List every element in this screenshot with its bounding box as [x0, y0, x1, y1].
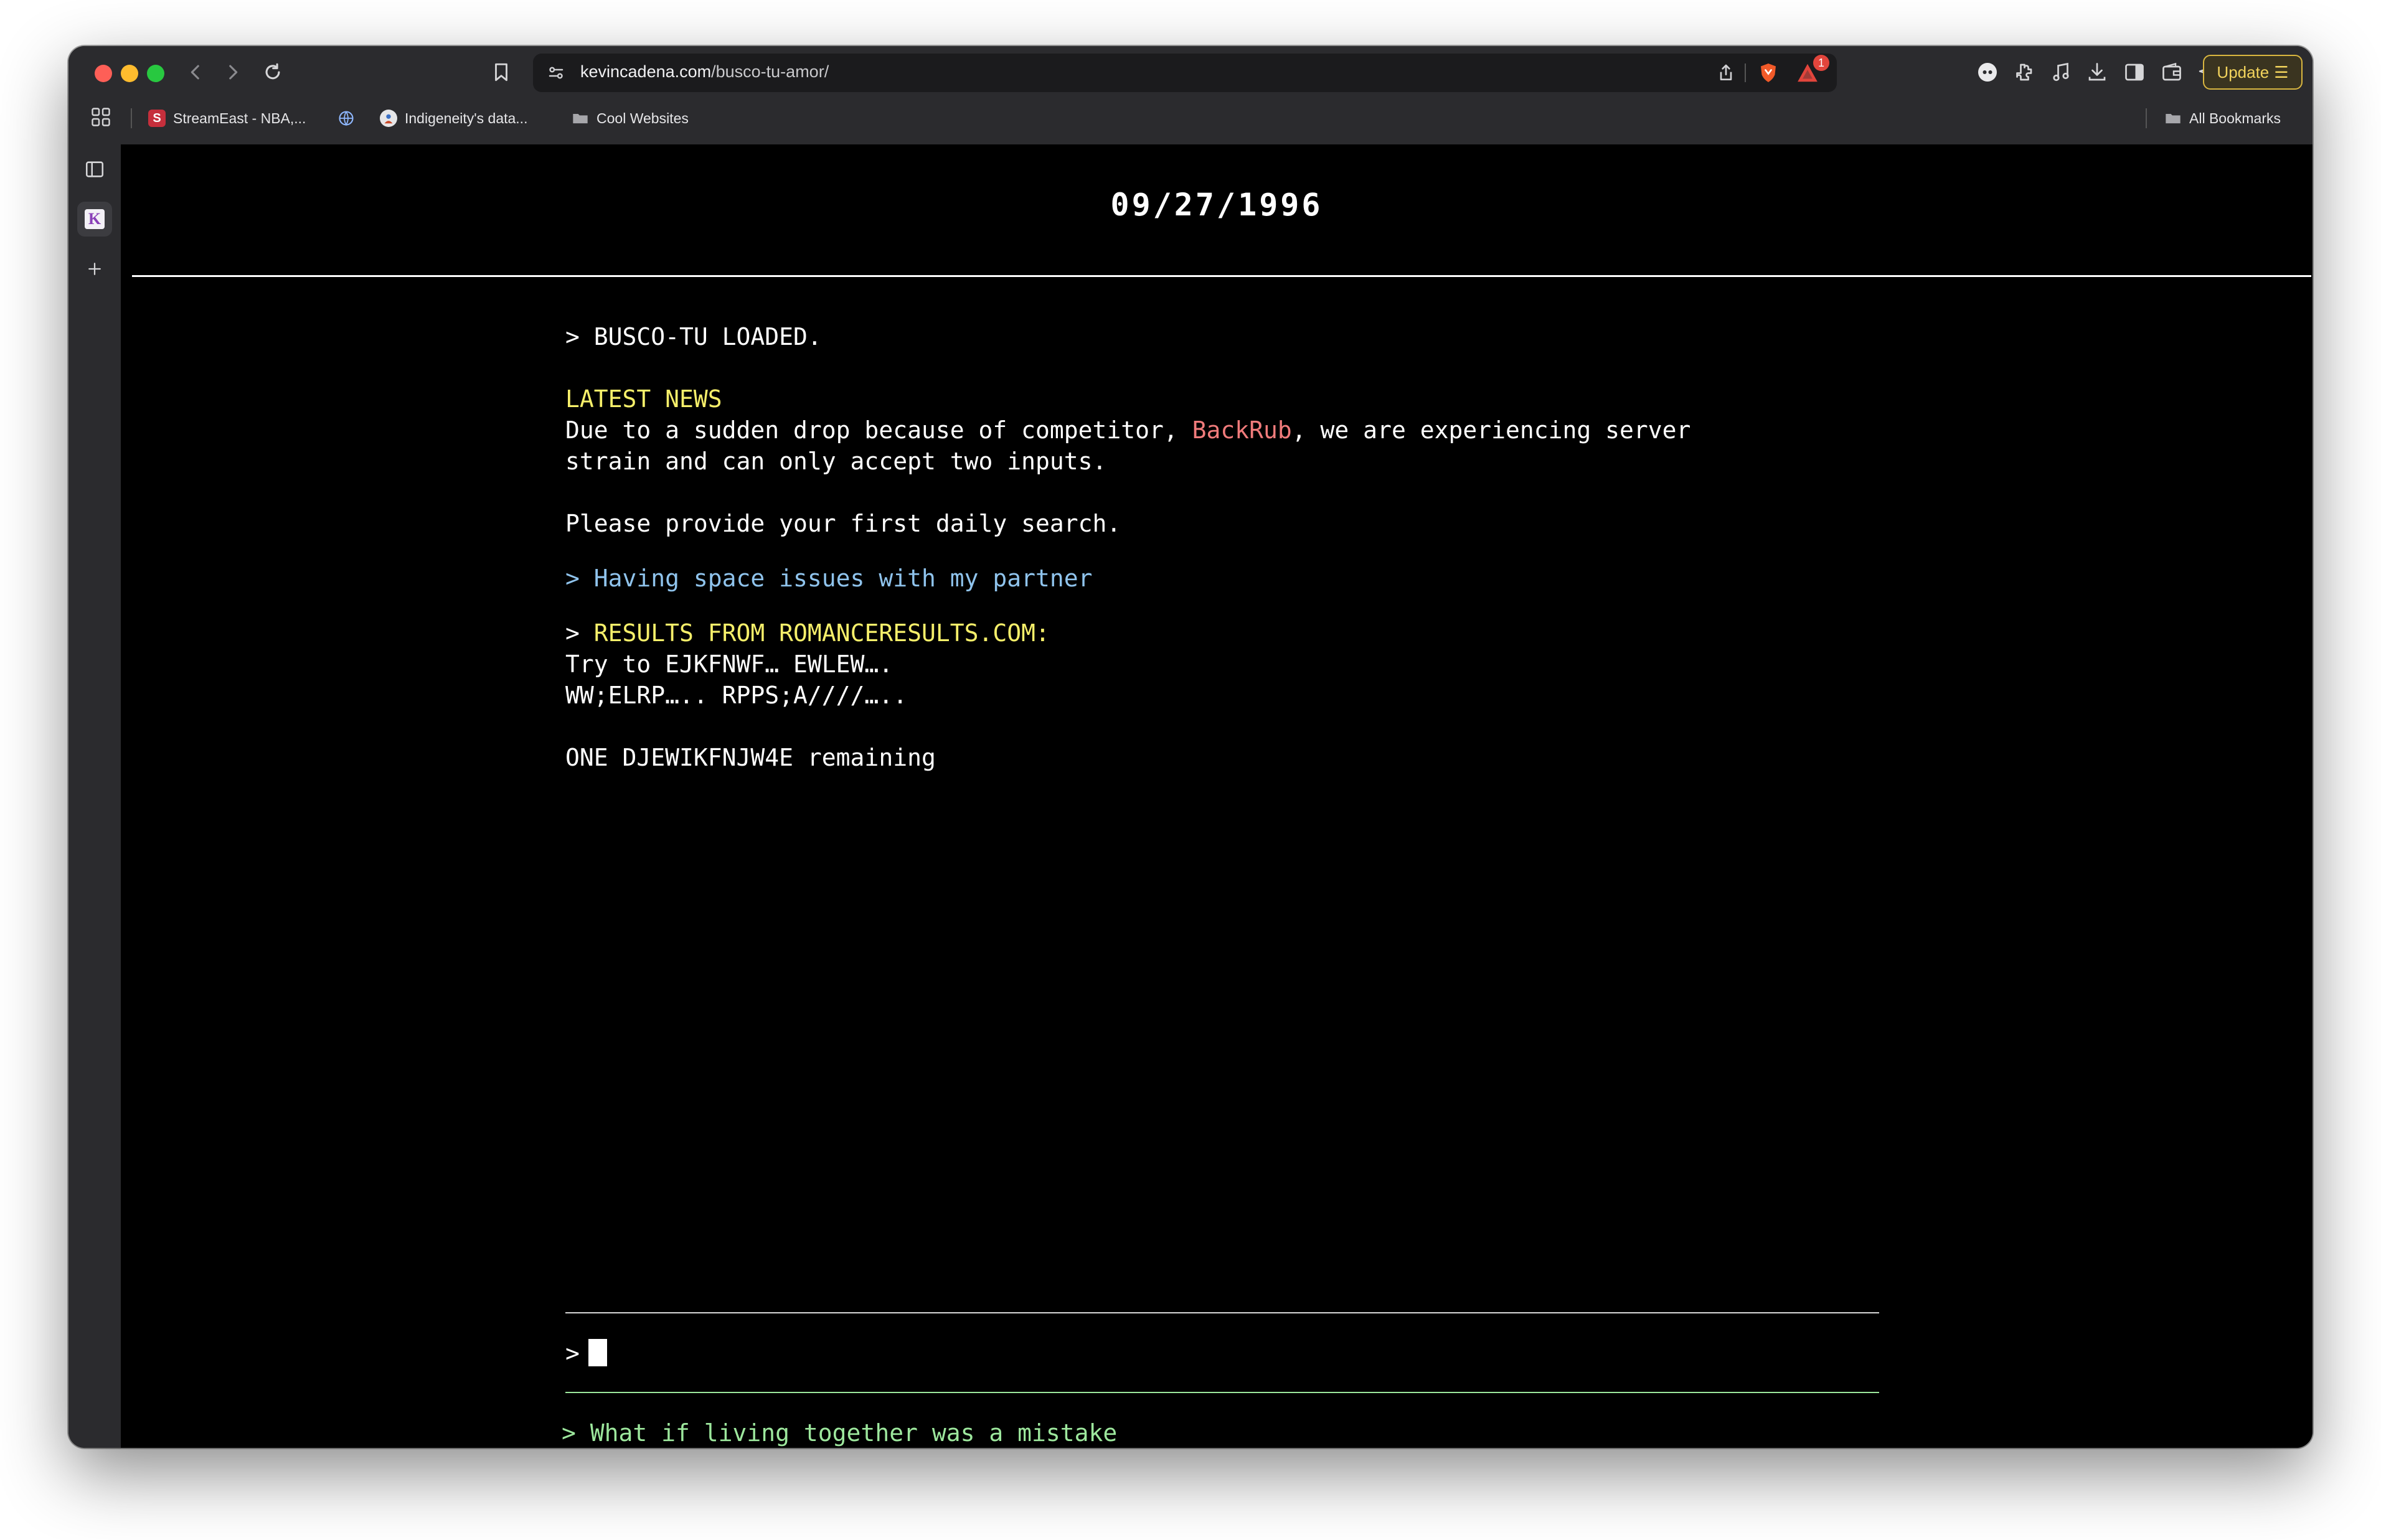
- folder-icon: [2164, 110, 2182, 127]
- bookmark-globe[interactable]: [337, 107, 355, 129]
- apps-grid-icon[interactable]: [90, 106, 112, 128]
- browser-toolbar: kevincadena.com/busco-tu-amor/ 1 Update …: [68, 46, 2313, 144]
- streameast-icon: S: [148, 110, 166, 127]
- address-bar[interactable]: kevincadena.com/busco-tu-amor/ 1: [533, 54, 1837, 92]
- bookmark-icon[interactable]: [491, 61, 512, 83]
- sidebar-toggle-icon[interactable]: [2123, 61, 2146, 83]
- result-line: WW;ELRP….. RPPS;A////…..: [565, 682, 908, 709]
- globe-icon: [337, 110, 355, 127]
- bookmark-indigeneity[interactable]: Indigeneity's data...: [380, 107, 527, 129]
- extension-circle-icon[interactable]: [1976, 61, 1999, 83]
- results-heading: RESULTS FROM ROMANCERESULTS.COM:: [593, 619, 1050, 647]
- input-top-divider: [565, 1312, 1879, 1313]
- brave-shields-icon[interactable]: [1757, 61, 1780, 85]
- bookmark-label: StreamEast - NBA,...: [173, 110, 306, 126]
- url-text[interactable]: kevincadena.com/busco-tu-amor/: [580, 62, 829, 82]
- suggestion-item[interactable]: > What if living together was a mistake: [562, 1417, 1807, 1448]
- sidebar-app-k[interactable]: K: [77, 202, 112, 237]
- news-text: , we are experiencing server: [1291, 416, 1691, 444]
- folder-icon: [572, 110, 589, 127]
- result-line: Try to EJKFNWF… EWLEW….: [565, 650, 893, 678]
- zoom-window-button[interactable]: [147, 65, 164, 82]
- back-icon[interactable]: [179, 56, 212, 88]
- bookmarks-bar: S StreamEast - NBA,... Indigeneity's dat…: [68, 100, 2313, 137]
- sidebar-panel-icon[interactable]: [77, 152, 112, 187]
- rewards-badge: 1: [1813, 55, 1829, 71]
- remaining-text: ONE DJEWIKFNJW4E remaining: [565, 744, 936, 771]
- menu-icon: ☰: [2274, 62, 2289, 82]
- browser-window: kevincadena.com/busco-tu-amor/ 1 Update …: [68, 46, 2313, 1448]
- input-bottom-divider: [565, 1392, 1879, 1393]
- browser-sidebar: K: [68, 144, 121, 1448]
- user-query: > Having space issues with my partner: [565, 565, 1093, 592]
- input-prompt: >: [565, 1340, 580, 1367]
- page-date: 09/27/1996: [1110, 187, 1323, 223]
- urlbar-divider: [1745, 63, 1746, 82]
- results-prompt: >: [565, 619, 594, 647]
- share-icon[interactable]: [1716, 62, 1736, 83]
- add-sidebar-item-icon[interactable]: [77, 251, 112, 286]
- wallet-icon[interactable]: [2161, 61, 2183, 83]
- bookmark-folder-cool-websites[interactable]: Cool Websites: [572, 107, 689, 129]
- loaded-line: > BUSCO-TU LOADED.: [565, 323, 822, 350]
- all-bookmarks-folder[interactable]: All Bookmarks: [2164, 107, 2281, 129]
- url-path: /busco-tu-amor/: [711, 62, 829, 81]
- forward-icon[interactable]: [217, 56, 249, 88]
- bookmarks-divider: [131, 108, 132, 128]
- text-cursor: [588, 1339, 607, 1366]
- search-prompt-text: Please provide your first daily search.: [565, 510, 1121, 537]
- k-logo-icon: K: [85, 209, 105, 229]
- indigeneity-icon: [380, 110, 397, 127]
- bookmark-label: Indigeneity's data...: [405, 110, 528, 126]
- header-divider: [132, 275, 2311, 277]
- competitor-name: BackRub: [1192, 416, 1292, 444]
- news-heading: LATEST NEWS: [565, 385, 722, 413]
- reload-icon[interactable]: [257, 56, 289, 88]
- minimize-window-button[interactable]: [121, 65, 138, 82]
- bookmark-label: Cool Websites: [596, 110, 689, 126]
- search-input[interactable]: >: [565, 1338, 1811, 1369]
- page-content: 09/27/1996 > BUSCO-TU LOADED. LATEST NEW…: [121, 144, 2313, 1448]
- results-heading-line: > RESULTS FROM ROMANCERESULTS.COM:: [565, 617, 1811, 649]
- news-line-2: strain and can only accept two inputs.: [565, 448, 1107, 475]
- update-label: Update: [2217, 62, 2270, 82]
- site-settings-icon[interactable]: [547, 63, 565, 82]
- news-text: Due to a sudden drop because of competit…: [565, 416, 1192, 444]
- bookmarks-divider: [2146, 108, 2147, 128]
- update-button[interactable]: Update ☰: [2203, 55, 2303, 90]
- extensions-puzzle-icon[interactable]: [2012, 61, 2035, 83]
- bookmark-label: All Bookmarks: [2189, 110, 2281, 126]
- news-line-1: Due to a sudden drop because of competit…: [565, 415, 1811, 446]
- download-icon[interactable]: [2086, 61, 2108, 83]
- music-note-icon[interactable]: [2050, 61, 2072, 83]
- url-domain: kevincadena.com: [580, 62, 712, 81]
- close-window-button[interactable]: [95, 65, 112, 82]
- bookmark-streameast[interactable]: S StreamEast - NBA,...: [148, 107, 306, 129]
